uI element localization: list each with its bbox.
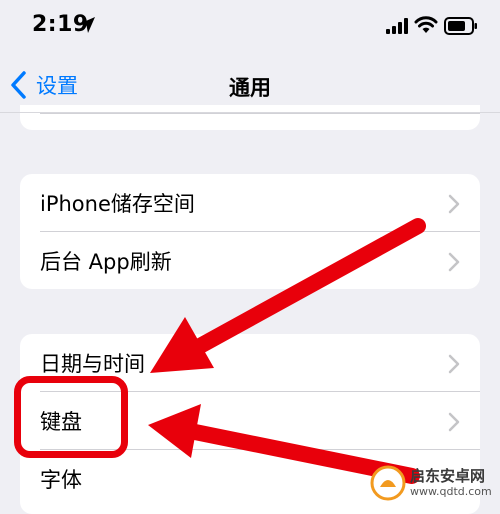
- row-label: iPhone储存空间: [40, 192, 195, 216]
- nav-divider: [0, 112, 500, 113]
- chevron-right-icon: [448, 412, 460, 432]
- row-background-app-refresh[interactable]: 后台 App刷新: [20, 232, 480, 289]
- chevron-right-icon: [448, 354, 460, 374]
- highlight-box: [14, 376, 128, 458]
- wifi-icon: [414, 16, 438, 33]
- row-label: 日期与时间: [40, 352, 145, 376]
- location-arrow-icon: [79, 17, 95, 33]
- page-title: 通用: [229, 76, 271, 100]
- watermark-title: 启东安卓网: [410, 467, 486, 485]
- battery-icon: [444, 17, 477, 35]
- navigation-bar: 设置 通用: [0, 58, 500, 112]
- chevron-right-icon: [448, 252, 460, 272]
- watermark: 启东安卓网 www.qdtd.com: [370, 460, 498, 506]
- previous-group-bottom: [20, 105, 480, 130]
- row-label: 字体: [40, 468, 82, 492]
- watermark-url: www.qdtd.com: [410, 485, 492, 498]
- watermark-text: 启东安卓网 www.qdtd.com: [410, 467, 492, 499]
- watermark-logo-icon: [370, 465, 406, 501]
- settings-group-storage: iPhone储存空间 后台 App刷新: [20, 174, 480, 289]
- row-iphone-storage[interactable]: iPhone储存空间: [20, 174, 480, 232]
- chevron-right-icon: [448, 194, 460, 214]
- row-label: 后台 App刷新: [40, 250, 172, 274]
- cellular-signal-icon: [386, 18, 408, 34]
- row-separator: [40, 113, 480, 114]
- status-bar: 2:19: [0, 0, 500, 56]
